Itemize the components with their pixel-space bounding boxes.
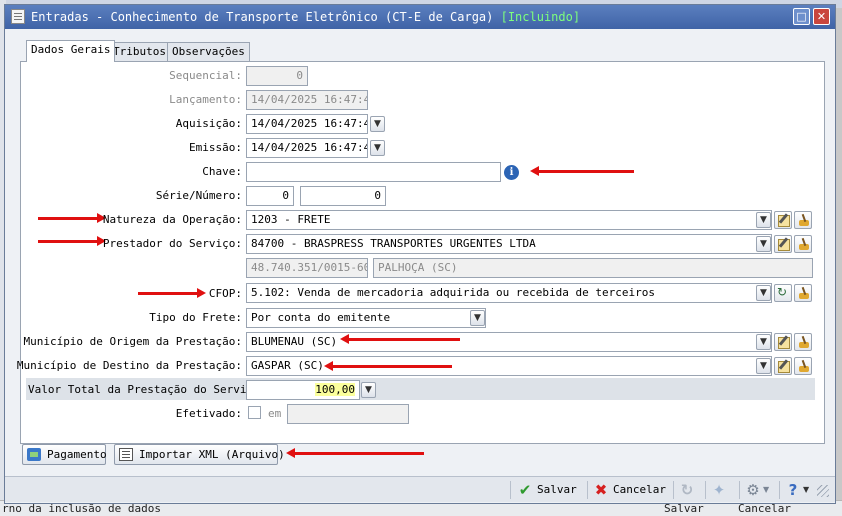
lancamento-label: Lançamento: [169, 93, 242, 106]
municipio-origem-edit-icon[interactable] [774, 333, 792, 351]
cfop-dropdown[interactable]: ▼ [756, 285, 771, 301]
prestador-cnpj-field: 48.740.351/0015-60 [246, 258, 368, 278]
close-button[interactable]: ✕ [813, 8, 830, 25]
info-icon[interactable]: i [504, 165, 519, 180]
efetivado-date-field [287, 404, 409, 424]
natureza-edit-icon[interactable] [774, 211, 792, 229]
tab-tributos[interactable]: Tributos [108, 42, 171, 62]
natureza-field[interactable]: 1203 - FRETE [246, 210, 772, 230]
annotation-arrow-natureza [38, 213, 106, 223]
document-icon [11, 9, 25, 24]
annotation-arrow-destino [324, 361, 452, 371]
municipio-origem-clear-icon[interactable] [794, 333, 812, 351]
chave-field[interactable] [246, 162, 501, 182]
tipo-frete-label: Tipo do Frete: [149, 311, 242, 324]
natureza-dropdown[interactable]: ▼ [756, 212, 771, 228]
toolbar-separator [587, 481, 588, 499]
prestador-edit-icon[interactable] [774, 235, 792, 253]
prestador-field[interactable]: 84700 - BRASPRESS TRANSPORTES URGENTES L… [246, 234, 772, 254]
valor-total-dropdown[interactable]: ▼ [361, 382, 376, 398]
cfop-refresh-icon[interactable] [774, 284, 792, 302]
municipio-destino-edit-icon[interactable] [774, 357, 792, 375]
emissao-label: Emissão: [189, 141, 242, 154]
xml-file-icon [119, 448, 133, 461]
cfop-label: CFOP: [208, 287, 242, 300]
importar-xml-button-label: Importar XML (Arquivo) [139, 448, 285, 461]
municipio-destino-label: Município de Destino da Prestação: [16, 359, 242, 372]
settings-menu-button[interactable]: ⚙ ▼ [745, 479, 775, 501]
window-title: Entradas - Conhecimento de Transporte El… [31, 10, 581, 24]
serie-numero-label: Série/Número: [155, 189, 242, 202]
municipio-origem-label: Município de Origem da Prestação: [23, 335, 242, 348]
annotation-arrow-cfop [138, 288, 206, 298]
save-button[interactable]: ✔ Salvar [517, 479, 583, 501]
dialog-window: Entradas - Conhecimento de Transporte El… [4, 4, 836, 504]
toolbar-separator [705, 481, 706, 499]
municipio-destino-clear-icon[interactable] [794, 357, 812, 375]
tipo-frete-dropdown[interactable]: ▼ [470, 310, 485, 326]
cfop-field[interactable]: 5.102: Venda de mercadoria adquirida ou … [246, 283, 772, 303]
pagamento-button-label: Pagamento [47, 448, 107, 461]
check-icon: ✔ [518, 481, 532, 499]
valor-total-field[interactable]: 100,00 [246, 380, 360, 400]
toolbar-separator [779, 481, 780, 499]
tab-dados-gerais[interactable]: Dados Gerais [26, 40, 116, 62]
aquisicao-field[interactable]: 14/04/2025 16:47:41 [246, 114, 368, 134]
lancamento-field: 14/04/2025 16:47:41 [246, 90, 368, 110]
resize-grip[interactable] [817, 485, 829, 497]
sequencial-field: 0 [246, 66, 308, 86]
save-button-label: Salvar [537, 483, 577, 496]
natureza-clear-icon[interactable] [794, 211, 812, 229]
annotation-arrow-origem [340, 334, 460, 344]
chave-label: Chave: [202, 165, 242, 178]
help-menu-button[interactable]: ? ▼ [785, 479, 813, 501]
aquisicao-label: Aquisição: [175, 117, 242, 130]
efetivado-label: Efetivado: [175, 407, 242, 420]
municipio-destino-dropdown[interactable]: ▼ [756, 358, 771, 374]
annotation-arrow-prestador [38, 236, 106, 246]
payment-icon [27, 448, 41, 461]
tipo-frete-select[interactable]: Por conta do emitente [246, 308, 486, 328]
efetivado-checkbox[interactable] [248, 406, 261, 419]
footer-toolbar: ✔ Salvar ✖ Cancelar ↻ ✦ ⚙ ▼ ? ▼ [5, 476, 835, 502]
importar-xml-button[interactable]: Importar XML (Arquivo) [114, 444, 285, 465]
title-bar: Entradas - Conhecimento de Transporte El… [5, 5, 835, 29]
municipio-origem-field[interactable]: BLUMENAU (SC) [246, 332, 772, 352]
sequencial-label: Sequencial: [169, 69, 242, 82]
cancel-button[interactable]: ✖ Cancelar [593, 479, 669, 501]
help-icon: ? [788, 481, 798, 499]
toolbar-separator [673, 481, 674, 499]
tab-observacoes[interactable]: Observações [167, 42, 250, 62]
emissao-dropdown[interactable]: ▼ [370, 140, 385, 156]
valor-total-value: 100,00 [315, 383, 355, 396]
emissao-field[interactable]: 14/04/2025 16:47:41 [246, 138, 368, 158]
pagamento-button[interactable]: Pagamento [22, 444, 107, 465]
prestador-clear-icon[interactable] [794, 235, 812, 253]
refresh-icon: ↻ [680, 481, 694, 499]
annotation-arrow-chave [530, 166, 634, 176]
tools-button[interactable]: ✦ [711, 479, 733, 501]
annotation-arrow-importar [286, 448, 424, 458]
toolbar-separator [739, 481, 740, 499]
toolbar-separator [510, 481, 511, 499]
prestador-cidade-field: PALHOÇA (SC) [373, 258, 813, 278]
prestador-dropdown[interactable]: ▼ [756, 236, 771, 252]
municipio-origem-dropdown[interactable]: ▼ [756, 334, 771, 350]
natureza-label: Natureza da Operação: [102, 213, 242, 226]
wrench-icon: ✦ [712, 481, 726, 499]
numero-field[interactable]: 0 [300, 186, 386, 206]
aquisicao-dropdown[interactable]: ▼ [370, 116, 385, 132]
prestador-label: Prestador do Serviço: [102, 237, 242, 250]
window-status: [Incluindo] [500, 10, 581, 24]
cancel-x-icon: ✖ [594, 481, 608, 499]
cfop-clear-icon[interactable] [794, 284, 812, 302]
serie-field[interactable]: 0 [246, 186, 294, 206]
efetivado-em-label: em [268, 407, 282, 420]
gear-icon: ⚙ [746, 481, 760, 499]
maximize-button[interactable]: □ [793, 8, 810, 25]
refresh-button[interactable]: ↻ [679, 479, 699, 501]
valor-total-label: Valor Total da Prestação do Serviço: [28, 383, 267, 396]
cancel-button-label: Cancelar [613, 483, 666, 496]
